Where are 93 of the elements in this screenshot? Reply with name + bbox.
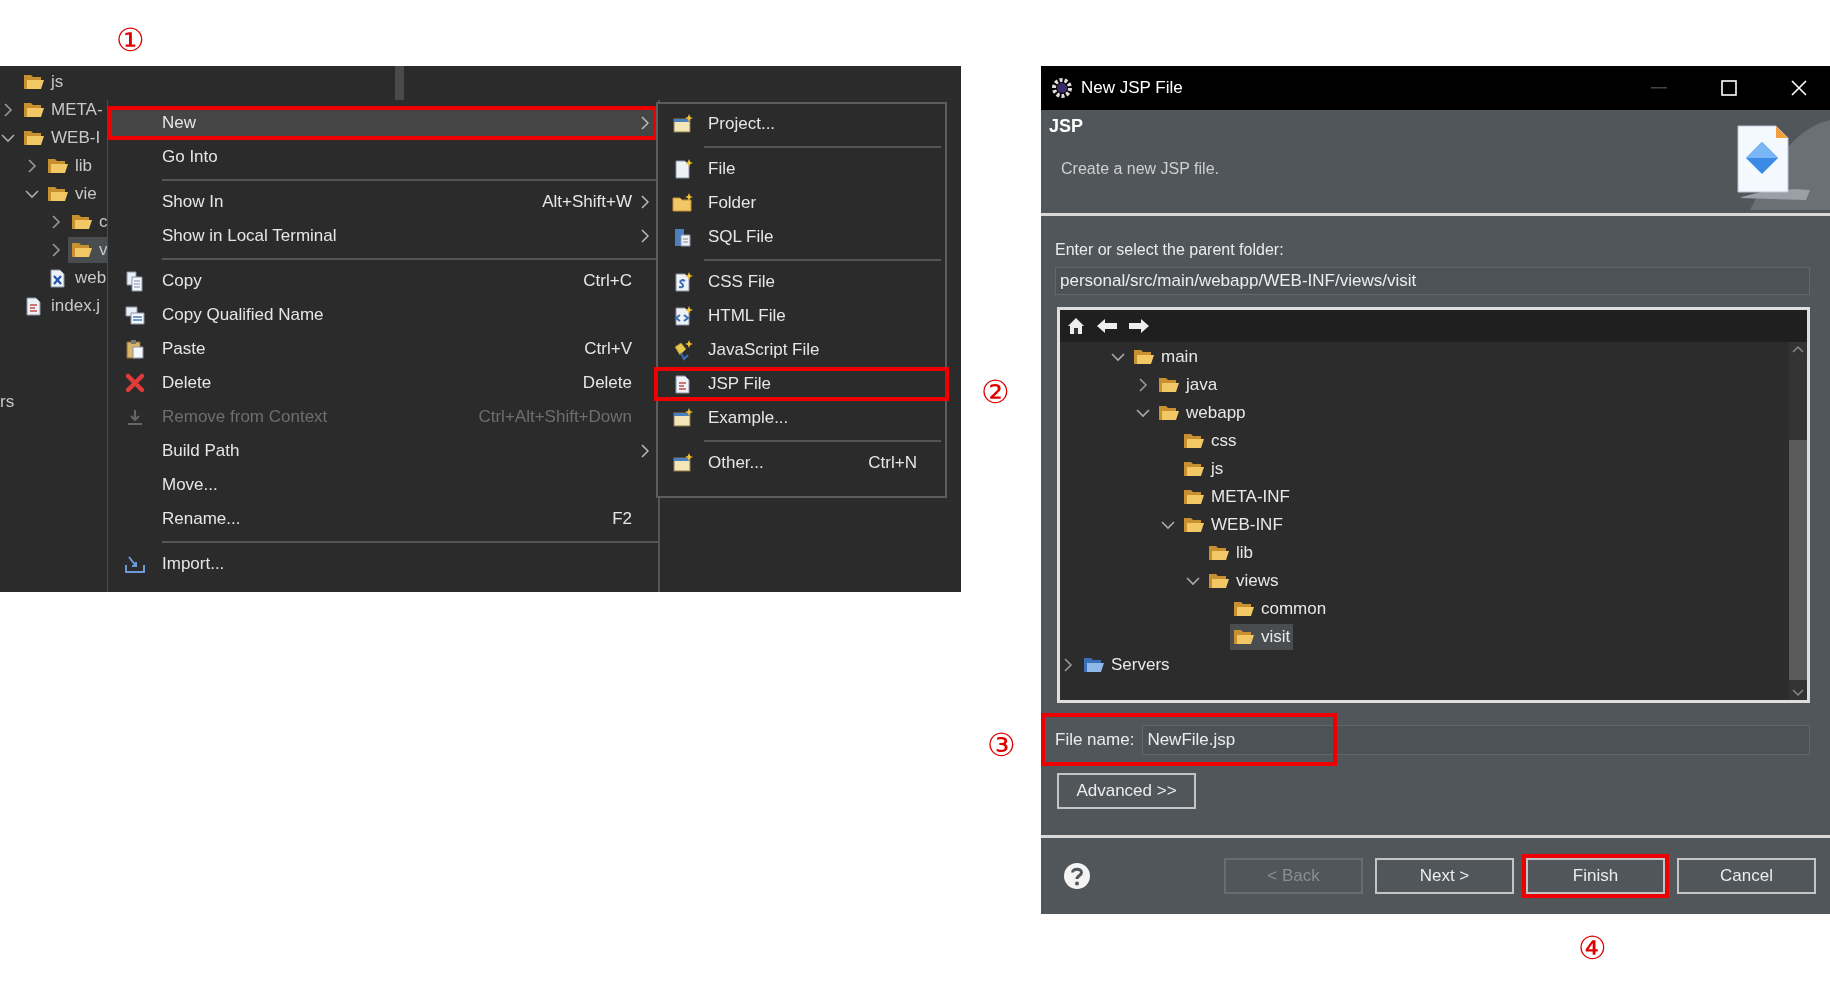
css-file-icon bbox=[672, 271, 694, 293]
chevron-right-icon bbox=[641, 229, 649, 243]
menu-item[interactable]: SQL File bbox=[658, 220, 945, 254]
menu-item[interactable]: Move... bbox=[108, 468, 658, 502]
step-marker: ② bbox=[979, 373, 1011, 411]
chevron-right-icon[interactable] bbox=[51, 215, 61, 229]
chevron-down-icon[interactable] bbox=[1186, 576, 1200, 586]
step-marker: ① bbox=[114, 21, 146, 59]
menu-item[interactable]: Copy Qualified Name bbox=[108, 298, 658, 332]
menu-item[interactable]: Other... Ctrl+N bbox=[658, 446, 945, 480]
menu-item[interactable]: Example... bbox=[658, 401, 945, 435]
chevron-down-icon[interactable] bbox=[25, 189, 39, 199]
back-arrow-icon[interactable] bbox=[1096, 317, 1118, 335]
chevron-down-icon[interactable] bbox=[1, 133, 15, 143]
menu-item[interactable]: File bbox=[658, 152, 945, 186]
menu-item[interactable]: Build Path bbox=[108, 434, 658, 468]
tree-item[interactable]: c bbox=[68, 209, 111, 235]
menu-item[interactable]: Rename... F2 bbox=[108, 502, 658, 536]
tree-item[interactable]: js bbox=[20, 69, 67, 95]
tree-item[interactable]: lib bbox=[1205, 540, 1256, 566]
new-window-icon bbox=[672, 113, 694, 135]
copy-icon bbox=[124, 270, 146, 292]
tree-item[interactable]: WEB-INF bbox=[1180, 512, 1286, 538]
chevron-right-icon bbox=[641, 444, 649, 458]
scrollbar[interactable] bbox=[395, 66, 404, 100]
tree-item[interactable]: common bbox=[1230, 596, 1330, 622]
help-icon[interactable] bbox=[1063, 862, 1091, 890]
tree-item[interactable]: java bbox=[1155, 372, 1221, 398]
chevron-down-icon[interactable] bbox=[1111, 352, 1125, 362]
step-marker: ④ bbox=[1576, 929, 1608, 967]
menu-item[interactable]: Folder bbox=[658, 186, 945, 220]
tree-item[interactable]: webapp bbox=[1155, 400, 1249, 426]
new-folder-icon bbox=[672, 192, 694, 214]
step-marker: ③ bbox=[985, 726, 1017, 764]
menu-item[interactable]: CSS File bbox=[658, 265, 945, 299]
window-title: New JSP File bbox=[1081, 78, 1183, 98]
menu-item[interactable]: Show in Local Terminal bbox=[108, 219, 658, 253]
dialog-button[interactable]: Cancel bbox=[1677, 858, 1816, 894]
tree-item[interactable]: visit bbox=[1230, 624, 1294, 650]
tree-item[interactable]: lib bbox=[44, 153, 95, 179]
menu-item[interactable]: New bbox=[108, 106, 658, 140]
folder-path-field[interactable]: personal/src/main/webapp/WEB-INF/views/visit bbox=[1055, 267, 1810, 295]
page-description: Create a new JSP file. bbox=[1061, 160, 1219, 178]
tree-item[interactable]: main bbox=[1130, 344, 1201, 370]
tree-item[interactable]: vie bbox=[44, 181, 100, 207]
new-window-icon bbox=[672, 452, 694, 474]
close-icon[interactable] bbox=[1791, 80, 1807, 96]
menu-item[interactable]: Project... bbox=[658, 107, 945, 141]
javascript-file-icon bbox=[672, 339, 694, 361]
chevron-down-icon[interactable] bbox=[1136, 408, 1150, 418]
tree-item[interactable]: index.j bbox=[20, 293, 104, 319]
field-label: Enter or select the parent folder: bbox=[1055, 240, 1285, 260]
delete-icon bbox=[124, 372, 146, 394]
scrollbar[interactable] bbox=[1789, 342, 1807, 700]
tree-item[interactable]: js bbox=[1180, 456, 1227, 482]
forward-arrow-icon[interactable] bbox=[1128, 317, 1150, 335]
chevron-right-icon[interactable] bbox=[1063, 658, 1073, 672]
html-file-icon bbox=[672, 305, 694, 327]
field-label: File name: bbox=[1055, 730, 1135, 750]
home-icon[interactable] bbox=[1066, 316, 1086, 336]
chevron-right-icon bbox=[641, 195, 649, 209]
tree-item[interactable]: web bbox=[44, 265, 110, 291]
tree-item[interactable]: META- bbox=[20, 97, 106, 123]
advanced-button[interactable]: Advanced >> bbox=[1057, 773, 1196, 809]
chevron-right-icon[interactable] bbox=[27, 159, 37, 173]
documents-icon bbox=[124, 304, 146, 326]
tree-item[interactable]: WEB-I bbox=[20, 125, 104, 151]
menu-item[interactable]: Paste Ctrl+V bbox=[108, 332, 658, 366]
chevron-right-icon[interactable] bbox=[1138, 378, 1148, 392]
new-file-icon bbox=[672, 158, 694, 180]
tree-item[interactable]: views bbox=[1205, 568, 1282, 594]
chevron-right-icon[interactable] bbox=[51, 243, 61, 257]
tree-item[interactable]: rs bbox=[0, 392, 15, 412]
menu-item[interactable]: Import... bbox=[108, 547, 658, 581]
file-name-field[interactable]: NewFile.jsp bbox=[1142, 725, 1810, 755]
menu-item[interactable]: JavaScript File bbox=[658, 333, 945, 367]
tree-item[interactable]: css bbox=[1180, 428, 1240, 454]
menu-item[interactable]: HTML File bbox=[658, 299, 945, 333]
gear-icon bbox=[1051, 77, 1073, 99]
menu-item[interactable]: Go Into bbox=[108, 140, 658, 174]
maximize-icon[interactable] bbox=[1721, 80, 1737, 96]
menu-item[interactable]: Copy Ctrl+C bbox=[108, 264, 658, 298]
tree-item[interactable]: Servers bbox=[1080, 652, 1173, 678]
paste-icon bbox=[124, 338, 146, 360]
page-title: JSP bbox=[1049, 116, 1084, 137]
dialog-button[interactable]: Next > bbox=[1375, 858, 1514, 894]
tree-item[interactable]: META-INF bbox=[1180, 484, 1293, 510]
chevron-right-icon[interactable] bbox=[3, 103, 13, 117]
database-file-icon bbox=[672, 226, 694, 248]
chevron-right-icon bbox=[641, 116, 649, 130]
chevron-down-icon[interactable] bbox=[1161, 520, 1175, 530]
new-window-icon bbox=[672, 407, 694, 429]
menu-item[interactable]: Show In Alt+Shift+W bbox=[108, 185, 658, 219]
